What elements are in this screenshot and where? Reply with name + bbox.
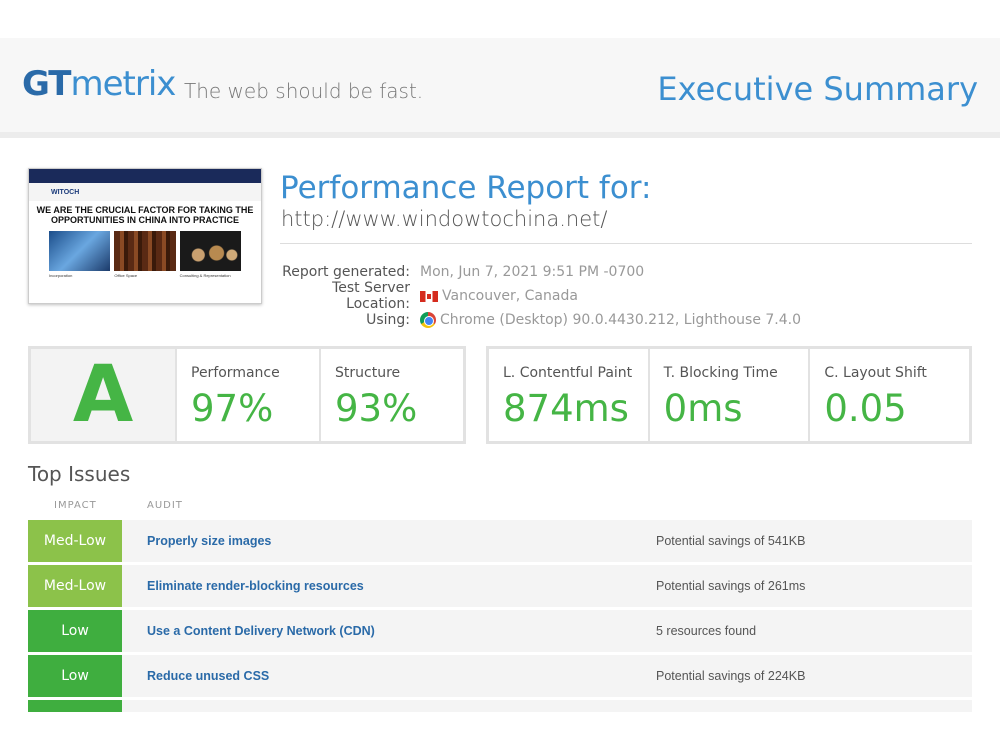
impact-column-header: IMPACT	[54, 500, 97, 511]
impact-badge: Low	[28, 610, 122, 652]
audit-detail: Potential savings of 224KB	[656, 669, 806, 683]
issue-row-partial	[28, 700, 972, 712]
issue-row[interactable]: Med-Low Eliminate render-blocking resour…	[28, 565, 972, 607]
report-url[interactable]: http://www.windowtochina.net/	[281, 207, 607, 231]
lcp-metric: L. Contentful Paint 874ms	[489, 349, 650, 441]
metric-label: Structure	[335, 365, 401, 381]
thumbnail-nav: WITOCH	[29, 183, 261, 201]
issue-row[interactable]: Med-Low Properly size images Potential s…	[28, 520, 972, 562]
thumbnail-caption: Incorporation	[49, 273, 73, 278]
audit-link[interactable]: Use a Content Delivery Network (CDN)	[147, 624, 375, 638]
meta-row-using: Using: Chrome (Desktop) 90.0.4430.212, L…	[280, 308, 880, 332]
executive-summary-title: Executive Summary	[657, 70, 978, 108]
cls-metric: C. Layout Shift 0.05	[810, 349, 969, 441]
impact-badge: Low	[28, 655, 122, 697]
metric-value: 97%	[191, 387, 274, 430]
thumbnail-top-bar	[29, 169, 261, 183]
chrome-icon	[420, 312, 436, 328]
meta-row-location: Test Server Location: Vancouver, Canada	[280, 280, 880, 312]
structure-score: Structure 93%	[321, 349, 463, 441]
page-header: GTmetrix The web should be fast. Executi…	[0, 38, 1000, 138]
metric-value: 0.05	[824, 387, 907, 430]
gtmetrix-logo[interactable]: GTmetrix	[22, 64, 177, 104]
audit-detail: 5 resources found	[656, 624, 757, 638]
site-screenshot-thumbnail: WITOCH WE ARE THE CRUCIAL FACTOR FOR TAK…	[28, 168, 262, 304]
thumbnail-headline: WE ARE THE CRUCIAL FACTOR FOR TAKING THE…	[36, 205, 254, 225]
browser-version: Chrome (Desktop) 90.0.4430.212, Lighthou…	[440, 312, 802, 328]
tbt-metric: T. Blocking Time 0ms	[650, 349, 811, 441]
grade-cell: A	[31, 349, 177, 441]
meta-label: Test Server Location:	[332, 280, 410, 312]
web-vitals-box: L. Contentful Paint 874ms T. Blocking Ti…	[486, 346, 972, 444]
thumbnail-image-chess	[179, 231, 241, 271]
meta-value: Mon, Jun 7, 2021 9:51 PM -0700	[420, 264, 644, 280]
impact-badge: Med-Low	[28, 565, 122, 607]
server-location: Vancouver, Canada	[442, 288, 578, 304]
audit-link[interactable]: Reduce unused CSS	[147, 669, 269, 683]
audit-detail: Potential savings of 261ms	[656, 579, 806, 593]
audit-link[interactable]: Eliminate render-blocking resources	[147, 579, 364, 593]
performance-report-title: Performance Report for:	[280, 170, 652, 206]
thumbnail-image-city	[49, 231, 111, 271]
thumbnail-caption: Office Space	[114, 273, 138, 278]
metric-value: 874ms	[503, 387, 629, 430]
meta-label: Using:	[366, 312, 410, 328]
issue-row[interactable]: Low Use a Content Delivery Network (CDN)…	[28, 610, 972, 652]
tagline: The web should be fast.	[184, 79, 424, 103]
divider	[280, 243, 972, 244]
impact-badge	[28, 700, 122, 712]
performance-score: Performance 97%	[177, 349, 321, 441]
gtmetrix-scores-box: A Performance 97% Structure 93%	[28, 346, 466, 444]
gtmetrix-grade: A	[72, 350, 134, 440]
metric-label: L. Contentful Paint	[503, 365, 633, 381]
thumbnail-image-shelves	[114, 231, 176, 271]
audit-column-header: AUDIT	[147, 500, 183, 511]
metric-label: C. Layout Shift	[824, 365, 927, 381]
meta-value: Vancouver, Canada	[420, 288, 578, 304]
metric-value: 93%	[335, 387, 418, 430]
meta-value: Chrome (Desktop) 90.0.4430.212, Lighthou…	[420, 312, 801, 328]
top-issues-title: Top Issues	[28, 462, 131, 486]
thumbnail-captions: Incorporation Office Space Consulting & …	[29, 273, 261, 278]
metric-label: Performance	[191, 365, 280, 381]
report-meta: Report generated: Mon, Jun 7, 2021 9:51 …	[280, 260, 880, 332]
metric-value: 0ms	[663, 387, 743, 430]
generated-date: Mon, Jun 7, 2021 9:51 PM -0700	[420, 264, 645, 280]
logo-gt: GT	[22, 64, 72, 104]
thumbnail-logo: WITOCH	[51, 188, 80, 196]
audit-detail: Potential savings of 541KB	[656, 534, 806, 548]
meta-label: Report generated:	[282, 264, 410, 280]
canada-flag-icon	[420, 290, 438, 302]
thumbnail-images	[29, 231, 261, 271]
logo-metrix: metrix	[70, 64, 177, 104]
issue-row[interactable]: Low Reduce unused CSS Potential savings …	[28, 655, 972, 697]
impact-badge: Med-Low	[28, 520, 122, 562]
audit-link[interactable]: Properly size images	[147, 534, 271, 548]
thumbnail-caption: Consulting & Representation	[179, 273, 231, 278]
metric-label: T. Blocking Time	[663, 365, 778, 381]
